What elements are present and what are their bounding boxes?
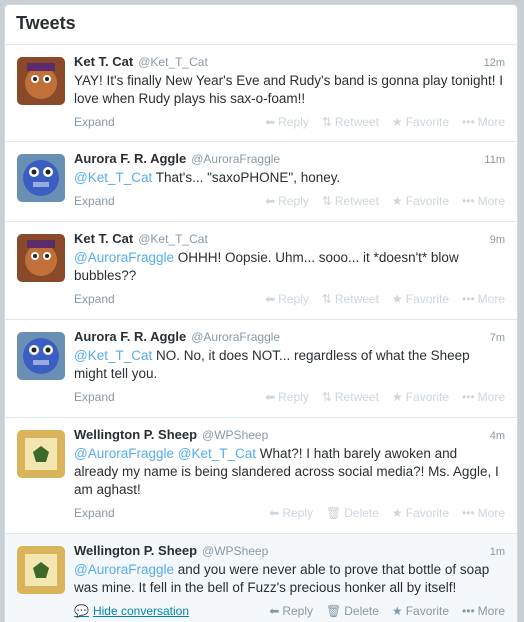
tweet-item[interactable]: Ket T. Cat @Ket_T_Cat 9m @AuroraFraggle … bbox=[5, 222, 517, 320]
tweet-text: @Ket_T_Cat NO. No, it does NOT... regard… bbox=[74, 348, 470, 381]
expand-link[interactable]: Expand bbox=[74, 115, 115, 129]
tweet-text: @AuroraFraggle and you were never able t… bbox=[74, 562, 490, 595]
author-name[interactable]: Wellington P. Sheep bbox=[74, 543, 197, 558]
more-button[interactable]: ••• More bbox=[462, 604, 505, 618]
star-icon: ★ bbox=[391, 506, 403, 520]
star-icon: ★ bbox=[391, 604, 403, 618]
author-name[interactable]: Ket T. Cat bbox=[74, 231, 133, 246]
timestamp[interactable]: 12m bbox=[484, 57, 505, 69]
reply-button[interactable]: ⬅ Reply bbox=[265, 115, 309, 129]
avatar[interactable] bbox=[17, 546, 65, 594]
expand-link[interactable]: Expand bbox=[74, 194, 115, 208]
tweet-item[interactable]: Aurora F. R. Aggle @AuroraFraggle 7m @Ke… bbox=[5, 320, 517, 418]
ellipsis-icon: ••• bbox=[462, 604, 475, 618]
delete-button[interactable]: 🗑 Delete bbox=[326, 604, 379, 618]
author-name[interactable]: Aurora F. R. Aggle bbox=[74, 329, 186, 344]
avatar[interactable] bbox=[17, 154, 65, 202]
reply-icon: ⬅ bbox=[265, 194, 276, 208]
author-handle[interactable]: @Ket_T_Cat bbox=[138, 55, 208, 69]
star-icon: ★ bbox=[391, 390, 403, 404]
more-button[interactable]: ••• More bbox=[462, 194, 505, 208]
retweet-icon: ⇅ bbox=[321, 390, 332, 404]
favorite-button[interactable]: ★ Favorite bbox=[392, 194, 449, 208]
ellipsis-icon: ••• bbox=[462, 115, 475, 129]
star-icon: ★ bbox=[391, 194, 403, 208]
author-handle[interactable]: @AuroraFraggle bbox=[191, 330, 280, 344]
avatar[interactable] bbox=[17, 234, 65, 282]
favorite-button[interactable]: ★ Favorite bbox=[392, 506, 449, 520]
mention-link[interactable]: @AuroraFraggle @Ket_T_Cat bbox=[74, 446, 256, 461]
mention-link[interactable]: @Ket_T_Cat bbox=[74, 348, 152, 363]
author-name[interactable]: Ket T. Cat bbox=[74, 54, 133, 69]
retweet-button[interactable]: ⇅ Retweet bbox=[322, 292, 379, 306]
tweet-item[interactable]: Wellington P. Sheep @WPSheep 1m @AuroraF… bbox=[5, 534, 517, 622]
reply-icon: ⬅ bbox=[269, 506, 280, 520]
retweet-icon: ⇅ bbox=[321, 194, 332, 208]
tweet-text: YAY! It's finally New Year's Eve and Rud… bbox=[74, 73, 503, 106]
timestamp[interactable]: 1m bbox=[490, 546, 505, 558]
retweet-button[interactable]: ⇅ Retweet bbox=[322, 115, 379, 129]
mention-link[interactable]: @AuroraFraggle bbox=[74, 250, 174, 265]
ellipsis-icon: ••• bbox=[462, 390, 475, 404]
avatar[interactable] bbox=[17, 332, 65, 380]
favorite-button[interactable]: ★ Favorite bbox=[392, 390, 449, 404]
reply-button[interactable]: ⬅ Reply bbox=[265, 390, 309, 404]
favorite-button[interactable]: ★ Favorite bbox=[392, 292, 449, 306]
mention-link[interactable]: @AuroraFraggle bbox=[74, 562, 174, 577]
avatar[interactable] bbox=[17, 430, 65, 478]
expand-link[interactable]: Expand bbox=[74, 506, 115, 520]
author-name[interactable]: Wellington P. Sheep bbox=[74, 427, 197, 442]
reply-button[interactable]: ⬅ Reply bbox=[269, 506, 313, 520]
ellipsis-icon: ••• bbox=[462, 194, 475, 208]
author-name[interactable]: Aurora F. R. Aggle bbox=[74, 151, 186, 166]
delete-button[interactable]: 🗑 Delete bbox=[326, 506, 379, 520]
more-button[interactable]: ••• More bbox=[462, 390, 505, 404]
retweet-button[interactable]: ⇅ Retweet bbox=[322, 194, 379, 208]
timestamp[interactable]: 7m bbox=[490, 332, 505, 344]
panel-header: Tweets bbox=[5, 5, 517, 45]
reply-button[interactable]: ⬅ Reply bbox=[269, 604, 313, 618]
timestamp[interactable]: 11m bbox=[484, 154, 505, 166]
tweets-panel: Tweets Ket T. Cat @Ket_T_Cat 12m YAY! It… bbox=[4, 4, 518, 622]
ellipsis-icon: ••• bbox=[462, 292, 475, 306]
reply-icon: ⬅ bbox=[265, 292, 276, 306]
trash-icon: 🗑 bbox=[326, 506, 342, 520]
reply-icon: ⬅ bbox=[265, 115, 276, 129]
author-handle[interactable]: @WPSheep bbox=[202, 428, 268, 442]
tweet-text: @Ket_T_Cat That's... "saxoPHONE", honey. bbox=[74, 170, 341, 185]
more-button[interactable]: ••• More bbox=[462, 115, 505, 129]
more-button[interactable]: ••• More bbox=[462, 292, 505, 306]
reply-icon: ⬅ bbox=[269, 604, 280, 618]
author-handle[interactable]: @Ket_T_Cat bbox=[138, 232, 208, 246]
favorite-button[interactable]: ★ Favorite bbox=[392, 115, 449, 129]
avatar[interactable] bbox=[17, 57, 65, 105]
expand-link[interactable]: Expand bbox=[74, 390, 115, 404]
retweet-icon: ⇅ bbox=[321, 292, 332, 306]
tweet-text: @AuroraFraggle @Ket_T_Cat What?! I hath … bbox=[74, 446, 499, 497]
ellipsis-icon: ••• bbox=[462, 506, 475, 520]
reply-button[interactable]: ⬅ Reply bbox=[265, 292, 309, 306]
expand-link[interactable]: Expand bbox=[74, 292, 115, 306]
author-handle[interactable]: @WPSheep bbox=[202, 544, 268, 558]
speech-bubble-icon: 💬 bbox=[74, 604, 89, 618]
reply-button[interactable]: ⬅ Reply bbox=[265, 194, 309, 208]
star-icon: ★ bbox=[391, 115, 403, 129]
reply-icon: ⬅ bbox=[265, 390, 276, 404]
hide-conversation-link[interactable]: 💬 Hide conversation bbox=[74, 604, 189, 618]
tweet-item[interactable]: Ket T. Cat @Ket_T_Cat 12m YAY! It's fina… bbox=[5, 45, 517, 142]
star-icon: ★ bbox=[391, 292, 403, 306]
retweet-icon: ⇅ bbox=[321, 115, 332, 129]
timestamp[interactable]: 9m bbox=[490, 234, 505, 246]
tweet-text: @AuroraFraggle OHHH! Oopsie. Uhm... sooo… bbox=[74, 250, 459, 283]
author-handle[interactable]: @AuroraFraggle bbox=[191, 152, 280, 166]
more-button[interactable]: ••• More bbox=[462, 506, 505, 520]
tweet-item[interactable]: Wellington P. Sheep @WPSheep 4m @AuroraF… bbox=[5, 418, 517, 534]
tweet-item[interactable]: Aurora F. R. Aggle @AuroraFraggle 11m @K… bbox=[5, 142, 517, 222]
timestamp[interactable]: 4m bbox=[490, 430, 505, 442]
retweet-button[interactable]: ⇅ Retweet bbox=[322, 390, 379, 404]
trash-icon: 🗑 bbox=[326, 604, 342, 618]
mention-link[interactable]: @Ket_T_Cat bbox=[74, 170, 152, 185]
panel-title: Tweets bbox=[16, 13, 76, 33]
favorite-button[interactable]: ★ Favorite bbox=[392, 604, 449, 618]
